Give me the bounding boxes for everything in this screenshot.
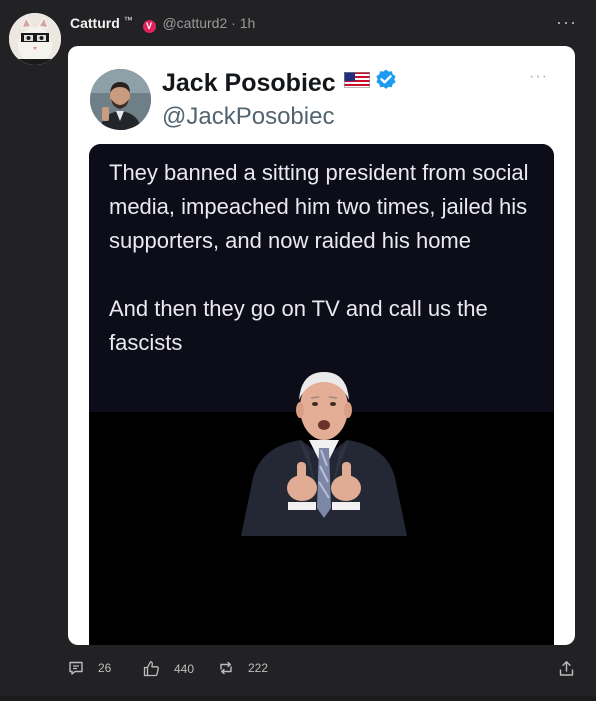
post-card: Catturd ™ V @catturd2 · 1h ··· Jack Poso… xyxy=(0,0,596,696)
comment-action[interactable]: 26 xyxy=(68,660,111,676)
author-handle[interactable]: @catturd2 xyxy=(162,15,227,31)
embedded-tweet-image[interactable]: Jack Posobiec @JackPosobiec ··· They ban… xyxy=(68,46,575,645)
repost-action[interactable]: 222 xyxy=(218,660,268,676)
like-action[interactable]: 440 xyxy=(143,660,194,677)
post-time: 1h xyxy=(239,15,256,31)
author-avatar[interactable] xyxy=(9,13,61,65)
thumbs-up-man-image xyxy=(239,366,409,541)
share-icon xyxy=(559,661,574,676)
like-count: 440 xyxy=(174,661,195,676)
us-flag-icon xyxy=(343,66,370,95)
verified-badge-icon: V xyxy=(142,20,156,33)
repost-count: 222 xyxy=(248,661,269,675)
author-name[interactable]: Catturd xyxy=(70,15,120,31)
action-bar: 26 440 222 xyxy=(0,650,596,690)
comment-count: 26 xyxy=(98,661,112,675)
separator-dot: · xyxy=(231,15,236,31)
share-button[interactable] xyxy=(558,660,575,677)
comment-icon xyxy=(69,661,83,675)
tweet-media: They banned a sitting president from soc… xyxy=(89,144,554,645)
tweet-author-name-row: Jack Posobiec xyxy=(162,66,398,99)
tweet-author-avatar xyxy=(90,69,151,130)
verified-check-icon xyxy=(374,68,398,99)
repost-icon xyxy=(220,661,232,675)
post-header: Catturd ™ V @catturd2 · 1h xyxy=(70,15,255,33)
more-options-button[interactable]: ··· xyxy=(556,12,577,33)
quote-paragraph-2: And then they go on TV and call us the f… xyxy=(109,296,488,355)
tweet-author-name: Jack Posobiec xyxy=(162,69,336,97)
trademark-symbol: ™ xyxy=(123,15,133,25)
quote-paragraph-1: They banned a sitting president from soc… xyxy=(109,160,529,253)
quote-text: They banned a sitting president from soc… xyxy=(109,156,539,360)
tweet-more-icon: ··· xyxy=(529,68,548,85)
like-icon xyxy=(143,661,159,677)
tweet-author-handle: @JackPosobiec xyxy=(162,103,335,130)
